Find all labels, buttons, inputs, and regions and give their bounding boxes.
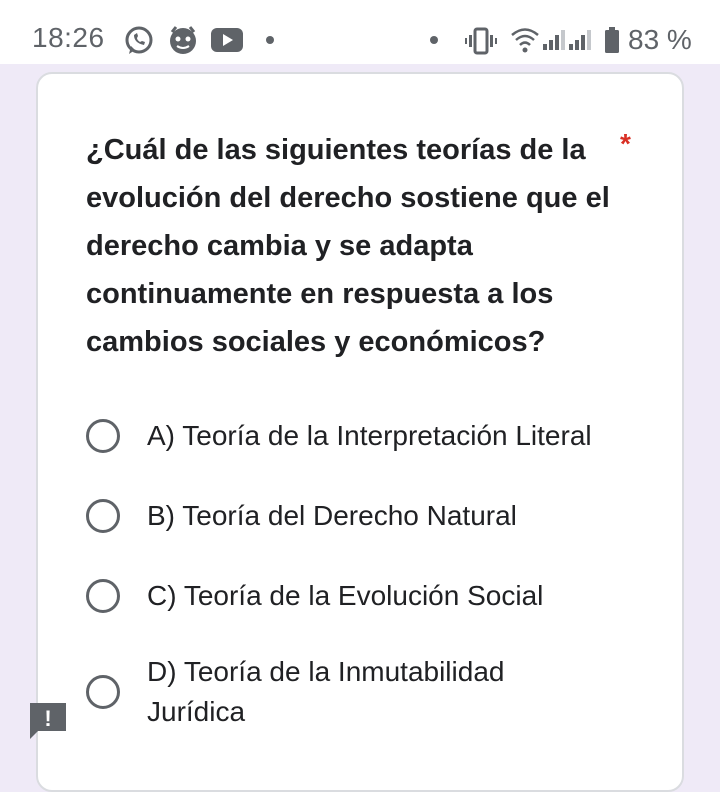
status-bar: 18:26 83 % <box>0 0 720 64</box>
signal-icon <box>543 30 565 50</box>
signal-icon <box>569 30 591 50</box>
vibrate-icon <box>465 27 497 55</box>
radio-button[interactable] <box>86 579 120 613</box>
question-card: ¿Cuál de las siguientes teorías de la ev… <box>36 72 684 792</box>
option-b[interactable]: B) Teoría del Derecho Natural <box>86 496 617 536</box>
wifi-icon <box>511 28 539 53</box>
youtube-icon <box>211 28 243 52</box>
app-icon <box>170 26 196 54</box>
option-label: D) Teoría de la Inmutabilidad Jurídica <box>147 656 505 727</box>
radio-button[interactable] <box>86 675 120 709</box>
radio-button[interactable] <box>86 419 120 453</box>
report-icon[interactable]: ! <box>28 701 68 741</box>
report-glyph: ! <box>44 706 51 731</box>
dot-icon <box>266 36 274 44</box>
option-a[interactable]: A) Teoría de la Interpretación Literal <box>86 416 617 456</box>
question-text: ¿Cuál de las siguientes teorías de la ev… <box>86 134 610 358</box>
status-time: 18:26 <box>32 22 105 53</box>
whatsapp-icon <box>125 26 153 54</box>
battery-icon <box>605 27 619 53</box>
battery-percent: 83 % <box>628 24 692 55</box>
option-label: C) Teoría de la Evolución Social <box>147 580 544 611</box>
option-d[interactable]: D) Teoría de la Inmutabilidad Jurídica <box>86 652 547 732</box>
dot-icon <box>430 36 438 44</box>
option-label: B) Teoría del Derecho Natural <box>147 500 517 531</box>
option-label: A) Teoría de la Interpretación Literal <box>147 420 592 451</box>
option-c[interactable]: C) Teoría de la Evolución Social <box>86 576 617 616</box>
required-asterisk: * <box>620 128 631 159</box>
radio-button[interactable] <box>86 499 120 533</box>
